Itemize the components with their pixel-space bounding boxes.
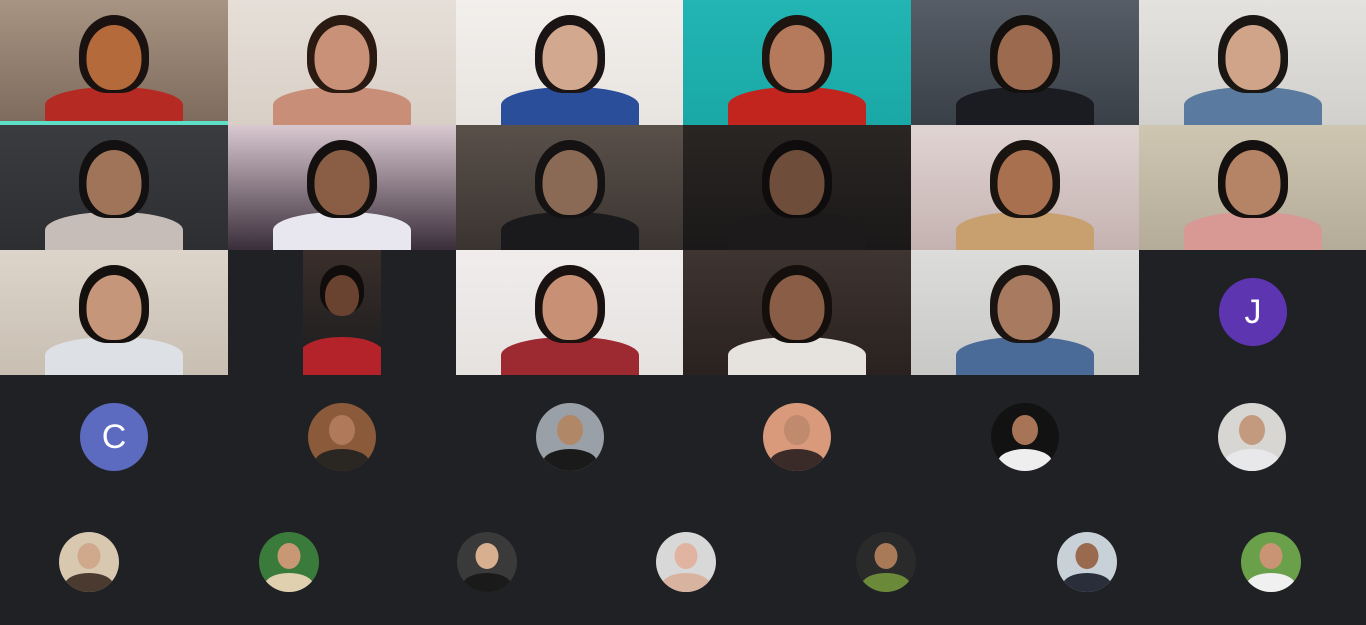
participant-avatar-photo[interactable]	[59, 532, 119, 592]
participant-face	[1225, 25, 1280, 90]
participant-avatar-photo[interactable]	[457, 532, 517, 592]
participant-tile[interactable]	[911, 250, 1139, 375]
participant-tile[interactable]	[456, 0, 683, 125]
avatar-photo-body	[65, 572, 113, 592]
avatar-photo-body	[662, 572, 710, 592]
avatar-photo-face	[277, 543, 301, 569]
participant-face	[86, 150, 142, 215]
participant-tile[interactable]	[683, 125, 911, 250]
avatar-photo-body	[265, 572, 313, 592]
participant-tile[interactable]	[911, 0, 1139, 125]
participant-face	[997, 25, 1053, 90]
participant-tile[interactable]	[0, 125, 228, 250]
participant-avatar-letter[interactable]: J	[1219, 278, 1287, 346]
participant-face	[314, 150, 370, 215]
participant-avatar-photo[interactable]	[1241, 532, 1301, 592]
avatar-photo-face	[1012, 415, 1038, 445]
participant-avatar-photo[interactable]	[991, 403, 1059, 471]
participant-face	[314, 25, 370, 90]
participant-face	[769, 275, 825, 340]
participant-avatar-photo[interactable]	[1218, 403, 1286, 471]
participant-tile[interactable]	[0, 0, 228, 125]
avatar-photo-body	[315, 449, 369, 471]
avatar-photo-face	[1075, 543, 1099, 569]
participant-avatar-photo[interactable]	[536, 403, 604, 471]
avatar-photo-face	[77, 543, 101, 569]
participant-avatar-photo[interactable]	[259, 532, 319, 592]
avatar-photo-face	[475, 543, 499, 569]
avatar-photo-face	[1259, 543, 1283, 569]
avatar-photo-body	[1225, 449, 1279, 471]
participant-tile[interactable]	[0, 250, 228, 375]
participant-tile[interactable]	[456, 250, 683, 375]
participant-tile[interactable]	[683, 250, 911, 375]
avatar-photo-face	[329, 415, 355, 445]
participant-face	[1225, 150, 1280, 215]
participant-face	[86, 25, 142, 90]
participant-face	[325, 275, 359, 316]
avatar-initial: C	[101, 417, 127, 456]
participant-tile[interactable]	[911, 125, 1139, 250]
participant-tile[interactable]	[228, 0, 456, 125]
participant-face	[769, 150, 825, 215]
avatar-photo-body	[1063, 572, 1111, 592]
avatar-initial: J	[1244, 292, 1262, 331]
avatar-photo-face	[1239, 415, 1265, 445]
participant-tile[interactable]	[303, 250, 381, 375]
participant-tile[interactable]	[228, 125, 456, 250]
avatar-photo-face	[557, 415, 583, 445]
avatar-photo-body	[770, 449, 824, 471]
participant-tile[interactable]	[683, 0, 911, 125]
participant-avatar-photo[interactable]	[1057, 532, 1117, 592]
participant-face	[997, 150, 1053, 215]
avatar-photo-body	[543, 449, 597, 471]
participant-tile[interactable]	[1139, 125, 1366, 250]
participant-avatar-photo[interactable]	[656, 532, 716, 592]
avatar-photo-body	[1247, 572, 1295, 592]
avatar-photo-body	[463, 572, 511, 592]
avatar-photo-face	[784, 415, 810, 445]
avatar-photo-body	[998, 449, 1052, 471]
participant-tile[interactable]	[456, 125, 683, 250]
participant-face	[997, 275, 1053, 340]
participant-avatar-photo[interactable]	[763, 403, 831, 471]
participant-body	[303, 337, 381, 375]
participant-face	[542, 25, 597, 90]
participant-avatar-letter[interactable]: C	[80, 403, 148, 471]
participant-avatar-photo[interactable]	[308, 403, 376, 471]
avatar-photo-body	[862, 572, 910, 592]
participant-face	[542, 150, 597, 215]
participant-avatar-photo[interactable]	[856, 532, 916, 592]
participant-face	[769, 25, 825, 90]
participant-face	[86, 275, 142, 340]
participant-tile[interactable]	[1139, 0, 1366, 125]
video-grid: J	[0, 0, 1366, 375]
avatar-photo-face	[874, 543, 898, 569]
participant-face	[542, 275, 597, 340]
avatar-photo-face	[674, 543, 698, 569]
